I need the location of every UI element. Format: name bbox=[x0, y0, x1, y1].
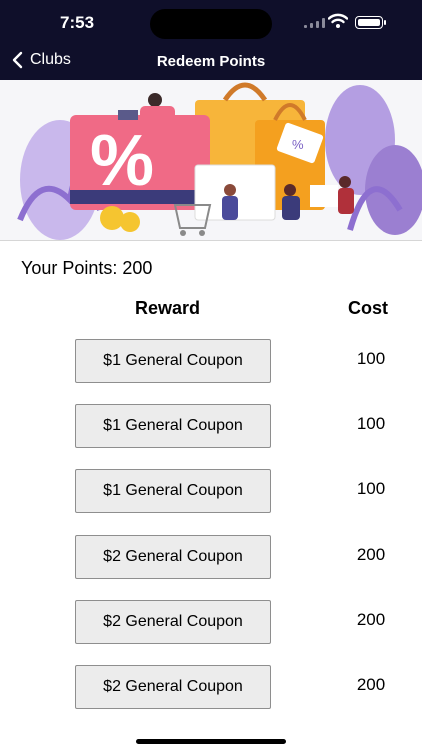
battery-tip bbox=[384, 20, 386, 25]
status-bar: 7:53 bbox=[0, 0, 422, 44]
reward-cost: 200 bbox=[356, 675, 386, 694]
tag-percent: % bbox=[292, 137, 304, 152]
redeem-reward-button[interactable]: $1 General Coupon bbox=[75, 404, 271, 448]
reward-cost: 100 bbox=[356, 414, 386, 433]
shopping-discount-illustration: % % bbox=[17, 82, 422, 240]
home-indicator[interactable] bbox=[136, 739, 286, 744]
reward-cost: 200 bbox=[356, 610, 386, 629]
redeem-reward-button[interactable]: $2 General Coupon bbox=[75, 535, 271, 579]
reward-cost: 200 bbox=[356, 545, 386, 564]
sign-percent: % bbox=[90, 121, 154, 201]
cost-column-header: Cost bbox=[348, 298, 388, 318]
battery-icon bbox=[355, 16, 383, 29]
navigation-bar: Clubs Redeem Points bbox=[0, 44, 422, 80]
redeem-reward-button[interactable]: $2 General Coupon bbox=[75, 665, 271, 709]
reward-row: $2 General Coupon 200 bbox=[0, 600, 422, 644]
page-title: Redeem Points bbox=[156, 53, 266, 70]
cellular-signal-icon bbox=[304, 18, 325, 28]
reward-cost: 100 bbox=[356, 479, 386, 498]
promo-banner-illustration: % % bbox=[0, 80, 422, 241]
reward-row: $1 General Coupon 100 bbox=[0, 469, 422, 513]
redeem-reward-button[interactable]: $2 General Coupon bbox=[75, 600, 271, 644]
points-balance: Your Points: 200 bbox=[21, 258, 153, 278]
redeem-reward-button[interactable]: $1 General Coupon bbox=[75, 339, 271, 383]
reward-row: $2 General Coupon 200 bbox=[0, 665, 422, 709]
redeem-reward-button[interactable]: $1 General Coupon bbox=[75, 469, 271, 513]
reward-cost: 100 bbox=[356, 349, 386, 368]
reward-column-header: Reward bbox=[135, 298, 201, 318]
reward-row: $2 General Coupon 200 bbox=[0, 535, 422, 579]
reward-row: $1 General Coupon 100 bbox=[0, 339, 422, 383]
status-time: 7:53 bbox=[60, 13, 95, 32]
reward-row: $1 General Coupon 100 bbox=[0, 404, 422, 448]
dynamic-island bbox=[150, 9, 272, 39]
wifi-icon bbox=[328, 13, 348, 28]
